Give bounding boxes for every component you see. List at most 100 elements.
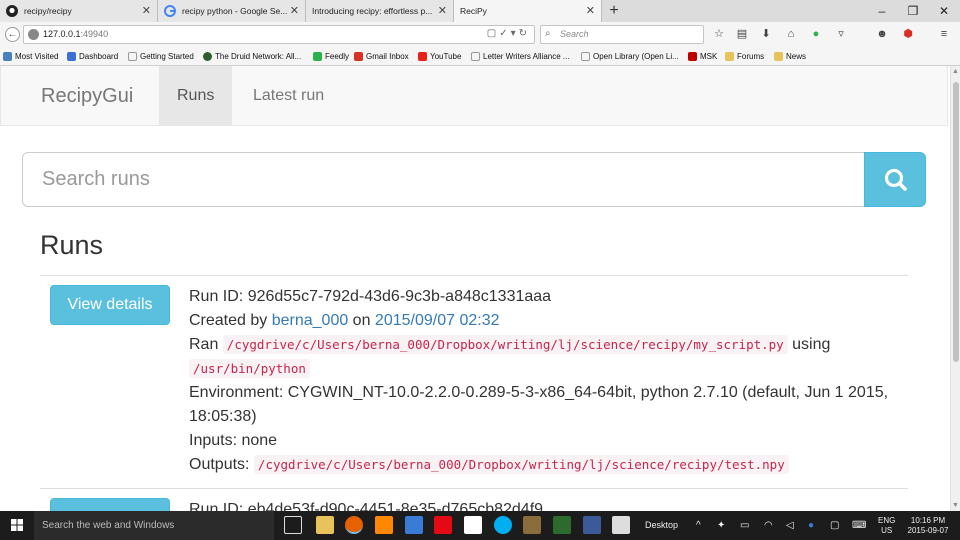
scroll-down-icon[interactable]: ▼ bbox=[952, 502, 959, 509]
tab-recipy-github[interactable]: recipy/recipy ✕ bbox=[0, 0, 158, 22]
file-explorer-icon[interactable] bbox=[316, 516, 334, 534]
taskbar-search-box[interactable]: Search the web and Windows bbox=[34, 511, 274, 540]
home-icon[interactable]: ⌂ bbox=[783, 26, 799, 42]
search-group bbox=[22, 152, 926, 207]
nav-latest-run[interactable]: Latest run bbox=[235, 66, 342, 126]
feedly-extension-icon[interactable]: ● bbox=[808, 26, 824, 42]
browser-search-bar[interactable]: ⌕ Search bbox=[540, 25, 704, 44]
bookmark-news[interactable]: News bbox=[774, 50, 806, 63]
run-id-line: Run ID: eb4de53f-d90c-4451-8e35-d765cb82… bbox=[189, 498, 889, 511]
bookmark-youtube[interactable]: YouTube bbox=[418, 50, 461, 63]
app-icon[interactable] bbox=[405, 516, 423, 534]
wifi-icon[interactable]: ◠ bbox=[764, 511, 773, 540]
url-text: 127.0.0.1:49940 bbox=[43, 29, 108, 39]
bookmark-msk[interactable]: MSK bbox=[688, 50, 717, 63]
chat-icon[interactable]: ☻ bbox=[874, 26, 890, 42]
scrollbar-thumb[interactable] bbox=[953, 82, 959, 362]
bookmark-label: Dashboard bbox=[79, 52, 119, 61]
bookmark-dashboard[interactable]: Dashboard bbox=[67, 50, 118, 63]
run-id: eb4de53f-d90c-4451-8e35-d765cb82d4f9 bbox=[247, 501, 544, 511]
close-tab-icon[interactable]: ✕ bbox=[142, 0, 151, 22]
adblock-icon[interactable]: ⬢ bbox=[900, 26, 916, 42]
close-tab-icon[interactable]: ✕ bbox=[438, 0, 447, 22]
url-bar[interactable]: 127.0.0.1:49940 ▢✓▾↻ bbox=[23, 25, 535, 44]
tab-recipy-active[interactable]: ReciPy ✕ bbox=[454, 0, 602, 22]
bookmark-open-library[interactable]: Open Library (Open Li... bbox=[581, 50, 679, 63]
new-tab-button[interactable]: + bbox=[604, 0, 624, 22]
view-details-button[interactable] bbox=[50, 498, 170, 511]
vlc-icon[interactable] bbox=[375, 516, 393, 534]
view-details-button[interactable]: View details bbox=[50, 285, 170, 325]
search-runs-input[interactable] bbox=[22, 152, 865, 207]
app-brand[interactable]: RecipyGui bbox=[41, 85, 133, 108]
url-actions-icon[interactable]: ▢✓▾↻ bbox=[487, 28, 530, 39]
url-host: 127.0.0.1 bbox=[43, 29, 81, 39]
nav-runs[interactable]: Runs bbox=[159, 66, 233, 126]
created-by-label: Created by bbox=[189, 312, 272, 329]
task-view-icon[interactable] bbox=[284, 516, 302, 534]
close-tab-icon[interactable]: ✕ bbox=[290, 0, 299, 22]
run-item: View details Run ID: 926d55c7-792d-43d6-… bbox=[40, 276, 908, 488]
pocket-icon[interactable]: ▿ bbox=[833, 26, 849, 42]
close-tab-icon[interactable]: ✕ bbox=[586, 0, 595, 22]
bookmark-druid-network[interactable]: The Druid Network: All... bbox=[203, 50, 301, 63]
author-link[interactable]: berna_000 bbox=[272, 312, 349, 329]
skype-icon[interactable] bbox=[494, 516, 512, 534]
bookmark-label: YouTube bbox=[430, 52, 462, 61]
bookmark-icon bbox=[581, 52, 590, 61]
app-icon[interactable] bbox=[583, 516, 601, 534]
system-clock[interactable]: 10:16 PM 2015-09-07 bbox=[906, 516, 950, 536]
bookmark-icon bbox=[67, 52, 76, 61]
downloads-icon[interactable]: ⬇ bbox=[758, 26, 774, 42]
bookmark-letter-writers[interactable]: Letter Writers Alliance ... bbox=[471, 50, 570, 63]
start-button[interactable] bbox=[0, 511, 34, 540]
tray-expand-icon[interactable]: ^ bbox=[696, 511, 701, 540]
app-icon[interactable] bbox=[523, 516, 541, 534]
bookmark-getting-started[interactable]: Getting Started bbox=[128, 50, 194, 63]
keyboard-icon[interactable]: ⌨ bbox=[852, 511, 866, 540]
tab-introducing-recipy[interactable]: Introducing recipy: effortless p... ✕ bbox=[306, 0, 454, 22]
firefox-icon[interactable] bbox=[345, 516, 363, 534]
photos-icon[interactable] bbox=[612, 516, 630, 534]
menu-icon[interactable]: ≡ bbox=[936, 26, 952, 42]
search-icon: ⌕ bbox=[545, 28, 551, 39]
minimize-button[interactable]: – bbox=[866, 0, 898, 22]
notifications-icon[interactable]: ▢ bbox=[830, 511, 839, 540]
bookmark-feedly[interactable]: Feedly bbox=[313, 50, 349, 63]
app-navbar: RecipyGui Runs Latest run bbox=[0, 66, 948, 126]
tab-title: recipy python - Google Se... bbox=[182, 6, 288, 16]
app-tray-icon[interactable]: ● bbox=[808, 511, 814, 540]
dropbox-icon[interactable]: ✦ bbox=[717, 511, 725, 540]
scroll-up-icon[interactable]: ▲ bbox=[952, 68, 959, 75]
google-icon bbox=[164, 5, 176, 17]
run-id: 926d55c7-792d-43d6-9c3b-a848c1331aaa bbox=[247, 288, 552, 305]
interpreter-path: /usr/bin/python bbox=[189, 359, 310, 378]
bookmark-label: News bbox=[786, 52, 807, 61]
terminal-icon[interactable] bbox=[553, 516, 571, 534]
github-icon bbox=[6, 5, 18, 17]
bookmark-forums[interactable]: Forums bbox=[725, 50, 764, 63]
page-scrollbar[interactable]: ▲ ▼ bbox=[950, 66, 960, 511]
site-info-icon[interactable] bbox=[28, 29, 39, 40]
bookmark-label: Letter Writers Alliance ... bbox=[483, 52, 570, 61]
bookmark-star-icon[interactable]: ☆ bbox=[711, 26, 727, 42]
app-icon[interactable] bbox=[464, 516, 482, 534]
battery-icon[interactable]: ▭ bbox=[740, 511, 749, 540]
using-label: using bbox=[787, 336, 831, 353]
netflix-icon[interactable] bbox=[434, 516, 452, 534]
volume-icon[interactable]: ◁ bbox=[786, 511, 794, 540]
bookmark-most-visited[interactable]: Most Visited bbox=[3, 50, 58, 63]
bookmark-label: Open Library (Open Li... bbox=[593, 52, 679, 61]
language-indicator[interactable]: ENG US bbox=[878, 516, 895, 536]
date-link[interactable]: 2015/09/07 02:32 bbox=[375, 312, 500, 329]
restore-button[interactable]: ❐ bbox=[897, 0, 929, 22]
desktop-toolbar[interactable]: Desktop bbox=[645, 511, 678, 540]
bookmark-gmail[interactable]: Gmail Inbox bbox=[354, 50, 409, 63]
back-arrow-icon[interactable]: ← bbox=[5, 27, 20, 42]
tab-google-search[interactable]: recipy python - Google Se... ✕ bbox=[158, 0, 306, 22]
search-button[interactable] bbox=[864, 152, 926, 207]
bookmarks-list-icon[interactable]: ▤ bbox=[734, 26, 750, 42]
tab-title: Introducing recipy: effortless p... bbox=[312, 6, 433, 16]
close-window-button[interactable]: ✕ bbox=[928, 0, 960, 22]
run-info: Run ID: 926d55c7-792d-43d6-9c3b-a848c133… bbox=[189, 285, 889, 477]
